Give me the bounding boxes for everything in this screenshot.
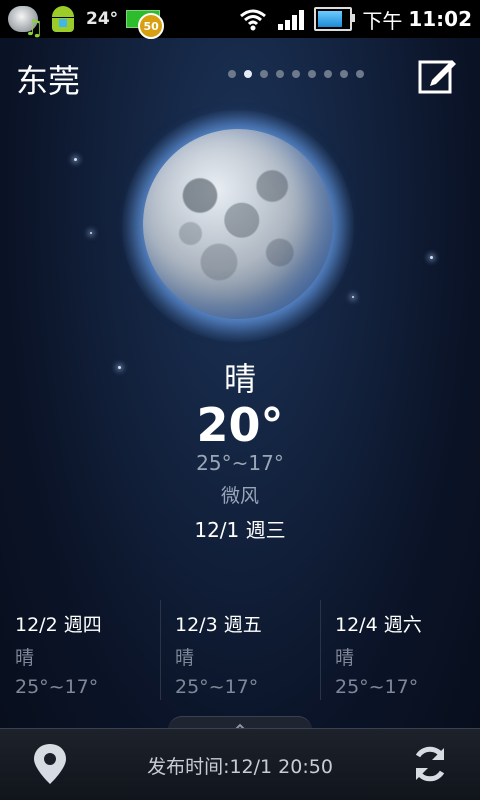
battery-icon <box>314 7 356 31</box>
forecast-condition: 晴 <box>335 647 355 669</box>
forecast-range: 25°~17° <box>335 676 419 698</box>
status-right: 下午 11:02 <box>238 0 472 38</box>
status-left: ♫ 24° 50 <box>8 2 165 41</box>
wifi-icon <box>240 9 267 31</box>
clock: 11:02 <box>408 7 472 31</box>
cloud-notification-icon: ♫ <box>8 6 44 41</box>
page-dot <box>308 70 316 78</box>
current-condition: 晴 <box>223 360 256 398</box>
page-indicator <box>228 70 372 78</box>
page-dot <box>276 70 284 78</box>
forecast-condition: 晴 <box>175 647 195 669</box>
forecast-day[interactable]: 12/3 週五 晴 25°~17° <box>160 600 320 700</box>
forecast-range: 25°~17° <box>15 676 99 698</box>
forecast-condition: 晴 <box>15 647 35 669</box>
forecast-date: 12/4 週六 <box>335 614 422 636</box>
star <box>430 256 433 259</box>
edit-icon[interactable] <box>418 54 458 94</box>
star <box>352 296 354 298</box>
battery-notification-icon: 50 <box>126 10 165 39</box>
forecast-date: 12/3 週五 <box>175 614 262 636</box>
star <box>74 158 77 161</box>
page-dot <box>356 70 364 78</box>
current-temperature: 20° <box>196 398 284 452</box>
music-note-icon: ♫ <box>24 16 44 41</box>
forecast-day[interactable]: 12/4 週六 晴 25°~17° <box>320 600 480 700</box>
moon-icon <box>143 129 333 319</box>
refresh-icon[interactable] <box>410 742 450 786</box>
page-dot <box>260 70 268 78</box>
forecast-day[interactable]: 12/2 週四 晴 25°~17° <box>0 600 160 700</box>
publish-time: 发布时间:12/1 20:50 <box>147 756 333 778</box>
page-dot <box>324 70 332 78</box>
status-bar: ♫ 24° 50 下午 11:02 <box>0 0 480 41</box>
forecast-range: 25°~17° <box>175 676 259 698</box>
signal-icon <box>278 8 306 30</box>
page-dot <box>244 70 252 78</box>
city-name[interactable]: 东莞 <box>16 56 80 102</box>
page-dot <box>292 70 300 78</box>
status-temperature: 24° <box>86 9 119 29</box>
time-period: 下午 <box>362 8 403 33</box>
page-dot <box>228 70 236 78</box>
current-date: 12/1 週三 <box>194 518 286 542</box>
current-range: 25°~17° <box>196 451 284 475</box>
star <box>90 232 92 234</box>
forecast-date: 12/2 週四 <box>15 614 102 636</box>
battery-badge: 50 <box>138 13 165 39</box>
page-dot <box>340 70 348 78</box>
current-wind: 微风 <box>220 485 259 507</box>
android-gift-icon <box>50 4 76 34</box>
weather-screen: ♫ 24° 50 下午 11:02 东莞 晴 20° 25°~17° 微风 12… <box>0 0 480 800</box>
forecast-row: 12/2 週四 晴 25°~17° 12/3 週五 晴 25°~17° 12/4… <box>0 600 480 700</box>
